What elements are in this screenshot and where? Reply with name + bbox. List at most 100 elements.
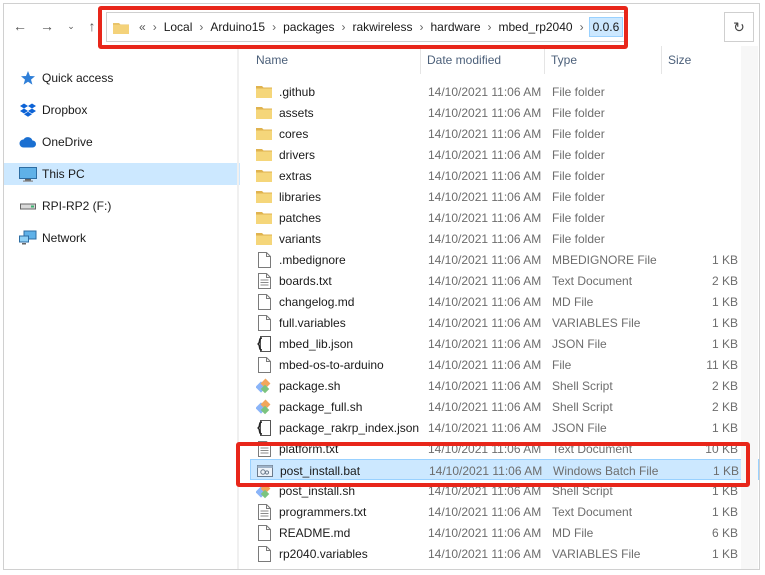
file-row[interactable]: package.sh 14/10/2021 11:06 AM Shell Scrip… [250, 375, 759, 396]
arrow-left-icon: ← [13, 18, 27, 34]
file-name-cell: boards.txt [256, 270, 421, 291]
column-header-size[interactable]: Size [662, 46, 742, 74]
text-file-icon [256, 440, 272, 457]
breadcrumb-item[interactable]: mbed_rp2040 [495, 20, 577, 34]
file-row[interactable]: post_install.bat 14/10/2021 11:06 AM Windo… [250, 459, 759, 480]
file-date-modified: 14/10/2021 11:06 AM [428, 168, 542, 183]
file-row[interactable]: libraries 14/10/2021 11:06 AM File folder [250, 186, 759, 207]
file-row[interactable]: changelog.md 14/10/2021 11:06 AM MD File 1 … [250, 291, 759, 312]
breadcrumb-item[interactable]: Local [160, 20, 197, 34]
file-size: 1 KB [711, 315, 738, 330]
chevron-down-icon: ⌄ [67, 20, 75, 31]
nav-item[interactable]: Quick access [4, 67, 240, 89]
forward-button[interactable]: → [37, 16, 57, 36]
column-header-date[interactable]: Date modified [421, 46, 545, 74]
breadcrumb-separator-icon[interactable]: › [150, 20, 160, 34]
file-row[interactable]: mbed-os-to-arduino 14/10/2021 11:06 AM Fil… [250, 354, 759, 375]
nav-item-label: Dropbox [42, 103, 88, 117]
file-icon [256, 356, 272, 373]
address-bar[interactable]: « › Local › Arduino15 › packages › rakwireless ›… [106, 12, 626, 42]
file-row[interactable]: mbed_lib.json 14/10/2021 11:06 AM JSON Fil… [250, 333, 759, 354]
file-name: .mbedignore [279, 252, 346, 267]
breadcrumb-separator-icon[interactable]: › [338, 20, 348, 34]
batch-file-icon [257, 463, 273, 479]
file-row[interactable]: README.md 14/10/2021 11:06 AM MD File 6 KB [250, 522, 759, 543]
file-row[interactable]: assets 14/10/2021 11:06 AM File folder [250, 102, 759, 123]
file-row[interactable]: post_install.sh 14/10/2021 11:06 AM Shell … [250, 480, 759, 501]
file-name: package.sh [279, 378, 341, 393]
file-name-cell: README.md [256, 522, 421, 543]
file-size [670, 102, 738, 123]
sort-ascending-icon: ⌃ [368, 46, 375, 54]
breadcrumb-separator-icon[interactable]: › [485, 20, 495, 34]
breadcrumb-separator-icon[interactable]: › [196, 20, 206, 34]
breadcrumb-item[interactable]: Arduino15 [206, 20, 269, 34]
file-name: libraries [279, 189, 322, 204]
column-header-name[interactable]: ⌃ Name [250, 46, 421, 74]
file-name: platform.txt [279, 441, 339, 456]
file-date-modified: 14/10/2021 11:06 AM [428, 399, 542, 414]
breadcrumb-separator-icon[interactable]: › [577, 20, 587, 34]
nav-item[interactable]: OneDrive [4, 131, 240, 153]
folder-icon [256, 126, 272, 142]
nav-item[interactable]: RPI-RP2 (F:) [4, 195, 240, 217]
file-size: 2 KB [711, 273, 738, 288]
nav-item[interactable]: This PC [4, 163, 240, 185]
file-name-cell: rp2040.variables [256, 543, 421, 564]
file-size: 10 KB [705, 441, 738, 456]
file-row[interactable]: rp2040.variables 14/10/2021 11:06 AM VARIA… [250, 543, 759, 564]
shell-script-icon [256, 378, 272, 394]
file-row[interactable]: full.variables 14/10/2021 11:06 AM VARIABL… [250, 312, 759, 333]
back-button[interactable]: ← [10, 16, 30, 36]
file-size [670, 165, 738, 186]
column-header-type[interactable]: Type [545, 46, 662, 74]
refresh-icon: ↻ [733, 18, 745, 35]
file-row[interactable]: platform.txt 14/10/2021 11:06 AM Text Docu… [250, 438, 759, 459]
file-name: rp2040.variables [279, 546, 368, 561]
file-list: ⌃ Name Date modified Type Size .github 14… [240, 46, 759, 569]
breadcrumb-item[interactable]: hardware [426, 20, 484, 34]
file-row[interactable]: drivers 14/10/2021 11:06 AM File folder [250, 144, 759, 165]
file-type: File folder [552, 168, 605, 183]
breadcrumb-separator-icon[interactable]: › [269, 20, 279, 34]
up-button[interactable]: ↑ [82, 16, 102, 36]
nav-item-label: This PC [42, 167, 85, 181]
vertical-scrollbar[interactable] [741, 46, 758, 569]
breadcrumb-overflow[interactable]: « [135, 20, 150, 34]
file-name: variants [279, 231, 322, 246]
recent-locations-button[interactable]: ⌄ [61, 16, 81, 36]
file-row[interactable]: package_rakrp_index.json 14/10/2021 11:06… [250, 417, 759, 438]
folder-icon [256, 168, 272, 184]
breadcrumb: « › Local › Arduino15 › packages › rakwireless ›… [135, 13, 624, 41]
file-name-cell: programmers.txt [256, 501, 421, 522]
breadcrumb-item[interactable]: rakwireless [348, 20, 416, 34]
file-row[interactable]: patches 14/10/2021 11:06 AM File folder [250, 207, 759, 228]
folder-icon [256, 84, 272, 100]
nav-item[interactable]: Network [4, 227, 240, 249]
breadcrumb-item[interactable]: packages [279, 20, 338, 34]
json-file-icon [256, 419, 272, 436]
nav-item[interactable]: Dropbox [4, 99, 240, 121]
file-row[interactable]: cores 14/10/2021 11:06 AM File folder [250, 123, 759, 144]
file-row[interactable]: .mbedignore 14/10/2021 11:06 AM MBEDIGNORE… [250, 249, 759, 270]
file-row[interactable]: extras 14/10/2021 11:06 AM File folder [250, 165, 759, 186]
breadcrumb-separator-icon[interactable]: › [416, 20, 426, 34]
file-row[interactable]: variants 14/10/2021 11:06 AM File folder [250, 228, 759, 249]
breadcrumb-current[interactable]: 0.0.6 [588, 17, 624, 37]
file-type: File folder [552, 147, 605, 162]
file-row[interactable]: programmers.txt 14/10/2021 11:06 AM Text D… [250, 501, 759, 522]
file-name: programmers.txt [279, 504, 367, 519]
file-date-modified: 14/10/2021 11:06 AM [428, 252, 542, 267]
refresh-button[interactable]: ↻ [724, 12, 754, 42]
file-size: 1 KB [711, 420, 738, 435]
file-row[interactable]: boards.txt 14/10/2021 11:06 AM Text Docume… [250, 270, 759, 291]
column-header-name-label: Name [256, 53, 289, 67]
file-date-modified: 14/10/2021 11:06 AM [428, 357, 542, 372]
file-size [670, 228, 738, 249]
column-headers: ⌃ Name Date modified Type Size [240, 46, 759, 74]
file-row[interactable]: .github 14/10/2021 11:06 AM File folder [250, 81, 759, 102]
file-row[interactable]: package_full.sh 14/10/2021 11:06 AM Shell … [250, 396, 759, 417]
star-icon [19, 70, 37, 86]
file-size [670, 186, 738, 207]
folder-icon [256, 231, 272, 247]
